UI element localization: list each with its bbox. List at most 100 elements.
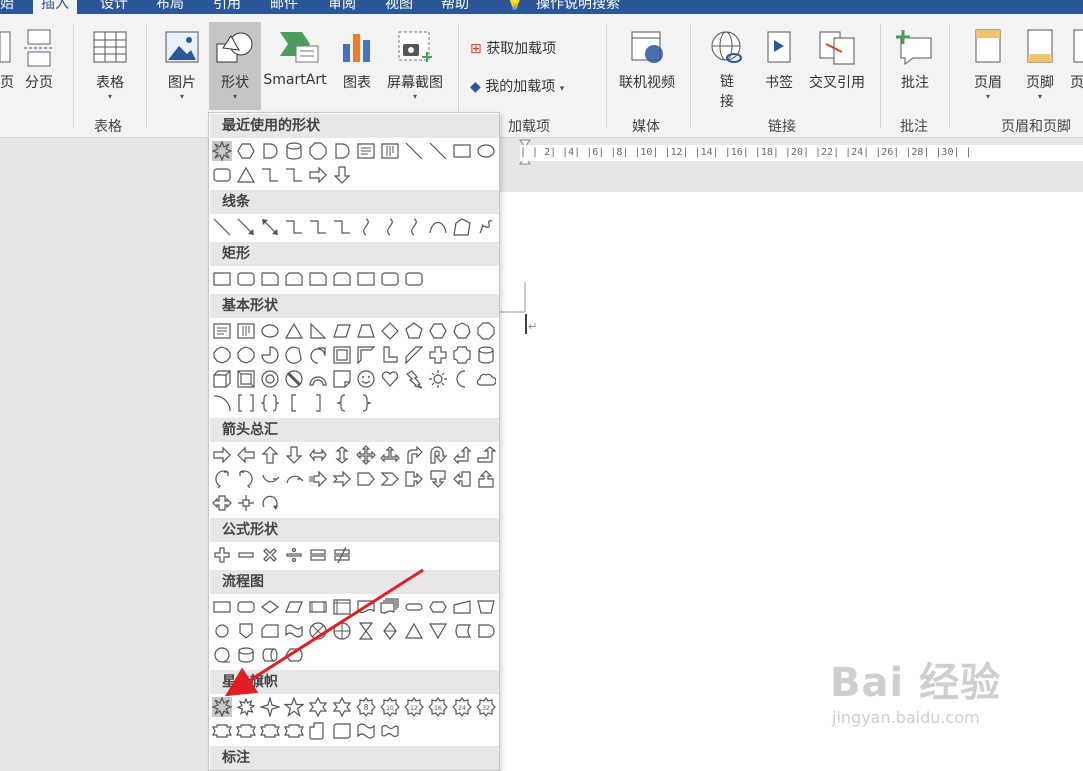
shape-option-arc[interactable] — [428, 217, 448, 237]
shape-option-fc_doc[interactable] — [356, 597, 376, 617]
shape-option-fc_sort[interactable] — [380, 621, 400, 641]
shape-option-fc_manual[interactable] — [452, 597, 472, 617]
tab-references[interactable]: 引用 — [213, 0, 241, 14]
shape-option-fc_disk[interactable] — [236, 645, 256, 665]
shape-option-freeform[interactable] — [452, 217, 472, 237]
shape-option-seal-8[interactable]: 8 — [356, 697, 376, 717]
new-comment-button[interactable]: 批注 — [893, 28, 937, 92]
shape-option-ribbon2[interactable] — [284, 721, 304, 741]
online-video-button[interactable]: 联机视频 — [614, 28, 680, 92]
shape-option-line[interactable] — [404, 141, 424, 161]
shape-option-can[interactable] — [284, 141, 304, 161]
shape-option-fc_extract[interactable] — [404, 621, 424, 641]
page-number-button[interactable]: 页 — [1070, 28, 1083, 92]
shape-option-arcline[interactable] — [212, 393, 232, 413]
shape-option-halfcirc[interactable] — [260, 141, 280, 161]
page-break-button[interactable]: 分页 — [22, 28, 56, 92]
shape-option-elbow[interactable] — [308, 217, 328, 237]
shape-option-rtriangle[interactable] — [308, 321, 328, 341]
shape-option-rect[interactable] — [212, 269, 232, 289]
shape-option-hexagon[interactable] — [428, 321, 448, 341]
shape-option-decagon[interactable] — [212, 345, 232, 365]
cross-reference-button[interactable]: 交叉引用 — [806, 28, 868, 92]
shape-option-plaque[interactable] — [452, 345, 472, 365]
shape-option-rrect[interactable] — [212, 165, 232, 185]
shape-option-arr_u[interactable] — [260, 445, 280, 465]
shape-option-octagon[interactable] — [308, 141, 328, 161]
shape-option-fc_tape[interactable] — [284, 621, 304, 641]
shape-option-trapezoid[interactable] — [356, 321, 376, 341]
shape-option-braces[interactable] — [260, 393, 280, 413]
shape-option-pentagon[interactable] — [404, 321, 424, 341]
header-button[interactable]: 页眉 ▾ — [964, 28, 1012, 102]
shape-option-arr_curvr[interactable] — [212, 469, 232, 489]
shape-option-arr_curvu[interactable] — [260, 469, 280, 489]
shape-option-arr_bent[interactable] — [404, 445, 424, 465]
shape-option-can[interactable] — [476, 345, 496, 365]
shape-option-arr_curvl[interactable] — [236, 469, 256, 489]
shape-option-ribbon[interactable] — [260, 721, 280, 741]
shape-option-fc_or[interactable] — [332, 621, 352, 641]
shape-option-seal-16[interactable]: 16 — [428, 697, 448, 717]
tab-view[interactable]: 视图 — [385, 0, 413, 14]
shape-option-chord[interactable] — [284, 345, 304, 365]
shape-option-frame[interactable] — [332, 345, 352, 365]
shape-option-hexagon[interactable] — [236, 141, 256, 161]
shape-option-cloud[interactable] — [476, 369, 496, 389]
tab-design[interactable]: 设计 — [100, 0, 128, 14]
shape-option-arrowline[interactable] — [236, 217, 256, 237]
shape-option-line[interactable] — [428, 141, 448, 161]
shape-option-lbracket[interactable] — [284, 393, 304, 413]
bookmark-button[interactable]: 书签 — [760, 28, 798, 92]
shape-option-fc_seq[interactable] — [212, 645, 232, 665]
shape-option-seal-32[interactable]: 32 — [476, 697, 496, 717]
get-addins-button[interactable]: ⊞ 获取加载项 — [470, 38, 600, 58]
shape-option-heptagon[interactable] — [452, 321, 472, 341]
shape-option-callout_r[interactable] — [404, 469, 424, 489]
shape-option-eq_plus[interactable] — [212, 545, 232, 565]
footer-button[interactable]: 页脚 ▾ — [1016, 28, 1064, 102]
shape-option-eq_equal[interactable] — [308, 545, 328, 565]
table-button[interactable]: 表格 ▾ — [88, 28, 132, 102]
shape-option-fc_merge[interactable] — [428, 621, 448, 641]
shape-option-fc_offpage[interactable] — [236, 621, 256, 641]
shape-option-callout_l[interactable] — [452, 469, 472, 489]
shape-option-elbow[interactable] — [284, 165, 304, 185]
shape-option-vtextbox[interactable] — [380, 141, 400, 161]
shape-option-fc_data[interactable] — [284, 597, 304, 617]
shape-option-callout_u[interactable] — [476, 469, 496, 489]
shape-option-scribble[interactable] — [476, 217, 496, 237]
shape-option-fc_manop[interactable] — [476, 597, 496, 617]
shape-option-rect[interactable] — [452, 141, 472, 161]
shape-option-callout_quad[interactable] — [236, 493, 256, 513]
shape-option-star5[interactable] — [284, 697, 304, 717]
shape-option-arr_r[interactable] — [308, 165, 328, 185]
shape-option-arr_l[interactable] — [236, 445, 256, 465]
shape-option-arr_bentup[interactable] — [476, 445, 496, 465]
shape-option-elbow[interactable] — [332, 217, 352, 237]
shape-option-fc_term[interactable] — [404, 597, 424, 617]
shape-option-eq_times[interactable] — [260, 545, 280, 565]
shape-option-ellipse[interactable] — [476, 141, 496, 161]
blank-page-button[interactable]: 页 — [0, 28, 14, 92]
shape-option-arr_striped[interactable] — [308, 469, 328, 489]
shape-option-arr_r[interactable] — [212, 445, 232, 465]
shape-option-diagstripe[interactable] — [404, 345, 424, 365]
shape-option-snip2[interactable] — [284, 269, 304, 289]
shape-option-fc_collate[interactable] — [356, 621, 376, 641]
shape-option-plus[interactable] — [428, 345, 448, 365]
shape-option-eq_neq[interactable] — [332, 545, 352, 565]
shape-option-lightning[interactable] — [404, 369, 424, 389]
shape-option-line[interactable] — [212, 217, 232, 237]
shape-option-diamond[interactable] — [380, 321, 400, 341]
shape-option-ribbon2[interactable] — [236, 721, 256, 741]
shape-option-textbox[interactable] — [356, 141, 376, 161]
shape-option-pentagon_arr[interactable] — [356, 469, 376, 489]
shape-option-rrect[interactable] — [404, 269, 424, 289]
shape-option-heart[interactable] — [380, 369, 400, 389]
tab-mailings[interactable]: 邮件 — [270, 0, 298, 14]
shape-option-curve[interactable] — [404, 217, 424, 237]
shape-option-curve[interactable] — [356, 217, 376, 237]
shape-option-arr_ud[interactable] — [332, 445, 352, 465]
shape-option-chevron[interactable] — [380, 469, 400, 489]
